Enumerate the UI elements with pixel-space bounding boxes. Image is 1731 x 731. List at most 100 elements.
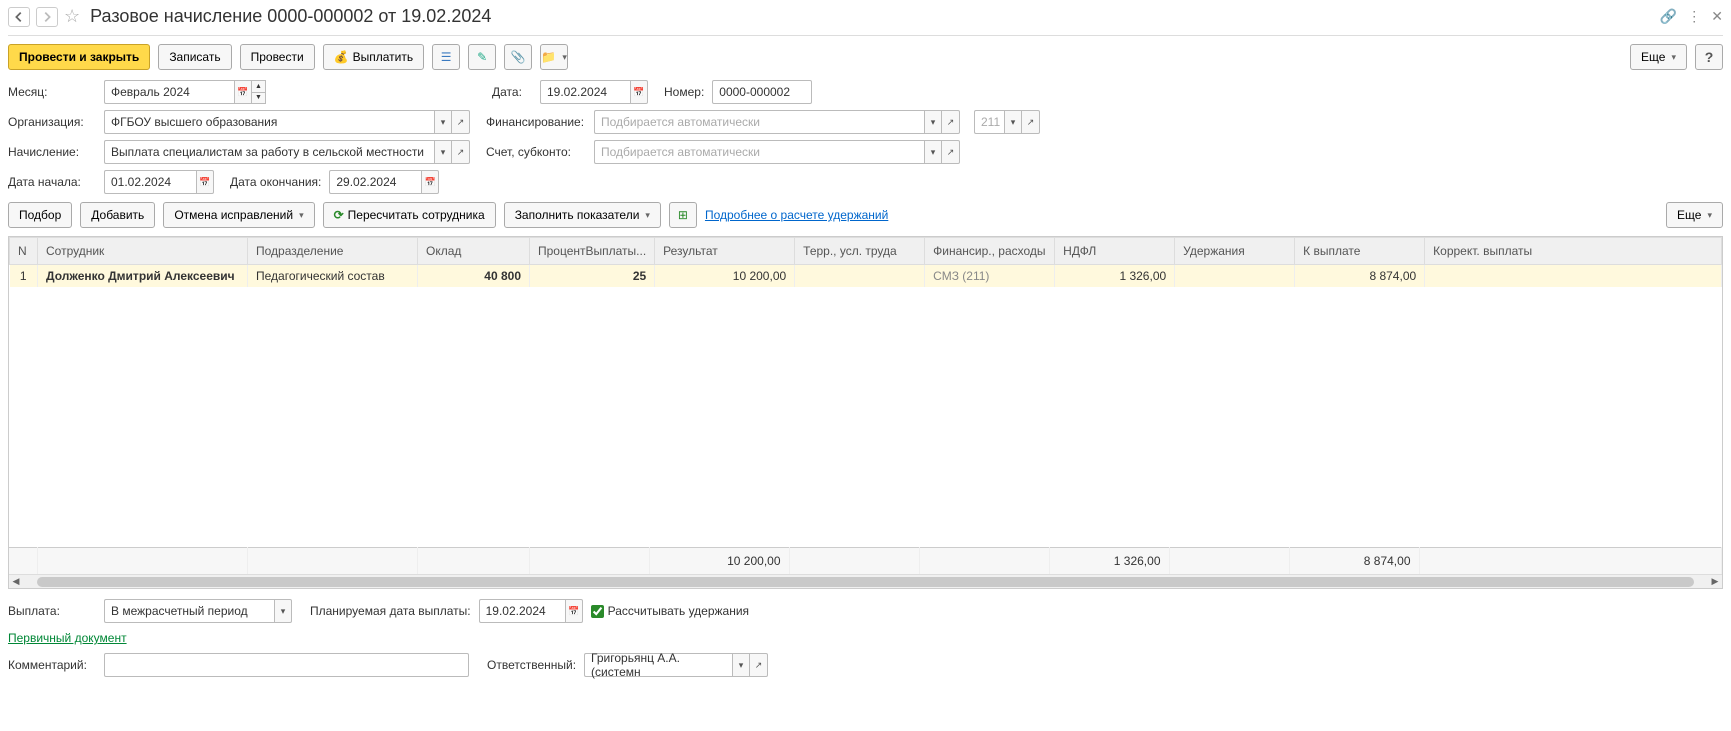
number-input[interactable]: 0000-000002: [712, 80, 812, 104]
start-date-value[interactable]: 01.02.2024: [104, 170, 196, 194]
table-config-button[interactable]: ⊞: [669, 202, 697, 228]
withholding-details-link[interactable]: Подробнее о расчете удержаний: [705, 208, 888, 222]
recalc-label: Пересчитать сотрудника: [348, 208, 485, 222]
org-value[interactable]: ФГБОУ высшего образования: [104, 110, 434, 134]
chevron-down-icon[interactable]: ▾: [274, 599, 292, 623]
col-result[interactable]: Результат: [655, 238, 795, 265]
open-icon[interactable]: ↗: [452, 140, 470, 164]
date-input[interactable]: 19.02.2024 📅: [540, 80, 648, 104]
help-button[interactable]: ?: [1695, 44, 1723, 70]
pay-button[interactable]: 💰 Выплатить: [323, 44, 424, 70]
chevron-down-icon[interactable]: ▾: [732, 653, 750, 677]
arrow-right-icon: [40, 10, 54, 24]
cell-corr: [1425, 265, 1722, 288]
accrual-input[interactable]: Выплата специалистам за работу в сельско…: [104, 140, 470, 164]
favorite-star-icon[interactable]: ☆: [64, 6, 80, 27]
folder-button[interactable]: 📁▾: [540, 44, 568, 70]
responsible-input[interactable]: Григорьянц А.А. (системн ▾ ↗: [584, 653, 768, 677]
table-row[interactable]: 1 Долженко Дмитрий Алексеевич Педагогиче…: [10, 265, 1722, 288]
scroll-left-icon[interactable]: ◀: [9, 576, 23, 587]
scroll-right-icon[interactable]: ▶: [1708, 576, 1722, 587]
col-employee[interactable]: Сотрудник: [38, 238, 248, 265]
accrual-value[interactable]: Выплата специалистам за работу в сельско…: [104, 140, 434, 164]
responsible-value[interactable]: Григорьянц А.А. (системн: [584, 653, 732, 677]
account-placeholder[interactable]: Подбирается автоматически: [594, 140, 924, 164]
col-fin[interactable]: Финансир., расходы: [925, 238, 1055, 265]
open-icon[interactable]: ↗: [750, 653, 768, 677]
open-icon[interactable]: ↗: [942, 110, 960, 134]
month-input[interactable]: Февраль 2024 📅 ▲ ▼: [104, 80, 266, 104]
edit-button[interactable]: ✎: [468, 44, 496, 70]
cancel-fixes-button[interactable]: Отмена исправлений▾: [163, 202, 314, 228]
col-salary[interactable]: Оклад: [418, 238, 530, 265]
cell-dept: Педагогический состав: [248, 265, 418, 288]
col-percent[interactable]: ПроцентВыплаты...: [530, 238, 655, 265]
table-more-button[interactable]: Еще▾: [1666, 202, 1723, 228]
account-input[interactable]: Подбирается автоматически ▾ ↗: [594, 140, 960, 164]
col-topay[interactable]: К выплате: [1295, 238, 1425, 265]
add-button[interactable]: Добавить: [80, 202, 155, 228]
payout-input[interactable]: В межрасчетный период ▾: [104, 599, 292, 623]
calc-withhold-input[interactable]: [591, 605, 604, 618]
end-date-value[interactable]: 29.02.2024: [329, 170, 421, 194]
post-and-close-button[interactable]: Провести и закрыть: [8, 44, 150, 70]
scroll-thumb[interactable]: [37, 577, 1694, 587]
payout-value[interactable]: В межрасчетный период: [104, 599, 274, 623]
end-date-input[interactable]: 29.02.2024 📅: [329, 170, 439, 194]
more-menu-icon[interactable]: ⋮: [1687, 8, 1701, 25]
calendar-icon[interactable]: 📅: [630, 80, 648, 104]
month-value[interactable]: Февраль 2024: [104, 80, 234, 104]
horizontal-scrollbar[interactable]: ◀ ▶: [9, 574, 1722, 588]
recalc-button[interactable]: ⟳ Пересчитать сотрудника: [323, 202, 496, 228]
chevron-down-icon: ▾: [562, 52, 567, 63]
code-value[interactable]: 211: [974, 110, 1004, 134]
planned-date-value[interactable]: 19.02.2024: [479, 599, 565, 623]
cancel-fixes-label: Отмена исправлений: [174, 208, 293, 222]
month-label: Месяц:: [8, 85, 96, 99]
more-button[interactable]: Еще▾: [1630, 44, 1687, 70]
date-value[interactable]: 19.02.2024: [540, 80, 630, 104]
chevron-down-icon[interactable]: ▾: [924, 110, 942, 134]
open-icon[interactable]: ↗: [1022, 110, 1040, 134]
nav-back-button[interactable]: [8, 7, 30, 27]
planned-date-input[interactable]: 19.02.2024 📅: [479, 599, 583, 623]
spinner-up-icon[interactable]: ▲: [252, 81, 265, 93]
calendar-icon[interactable]: 📅: [234, 80, 252, 104]
col-dept[interactable]: Подразделение: [248, 238, 418, 265]
post-button[interactable]: Провести: [240, 44, 315, 70]
open-icon[interactable]: ↗: [452, 110, 470, 134]
code-input[interactable]: 211 ▾ ↗: [974, 110, 1040, 134]
close-icon[interactable]: ✕: [1711, 8, 1723, 25]
chevron-down-icon[interactable]: ▾: [434, 110, 452, 134]
link-icon[interactable]: 🔗: [1660, 8, 1677, 25]
attach-button[interactable]: 📎: [504, 44, 532, 70]
col-terr[interactable]: Терр., усл. труда: [795, 238, 925, 265]
col-withhold[interactable]: Удержания: [1175, 238, 1295, 265]
fill-indicators-button[interactable]: Заполнить показатели▾: [504, 202, 661, 228]
payout-label: Выплата:: [8, 604, 96, 618]
table-empty-area[interactable]: [9, 287, 1722, 547]
col-corr[interactable]: Коррект. выплаты: [1425, 238, 1722, 265]
chevron-down-icon[interactable]: ▾: [924, 140, 942, 164]
start-date-input[interactable]: 01.02.2024 📅: [104, 170, 214, 194]
chevron-down-icon[interactable]: ▾: [434, 140, 452, 164]
org-input[interactable]: ФГБОУ высшего образования ▾ ↗: [104, 110, 470, 134]
calendar-icon[interactable]: 📅: [196, 170, 214, 194]
chevron-down-icon[interactable]: ▾: [1004, 110, 1022, 134]
calendar-icon[interactable]: 📅: [421, 170, 439, 194]
calendar-icon[interactable]: 📅: [565, 599, 583, 623]
spinner-down-icon[interactable]: ▼: [252, 93, 265, 104]
open-icon[interactable]: ↗: [942, 140, 960, 164]
calc-withhold-checkbox[interactable]: Рассчитывать удержания: [591, 604, 749, 618]
col-n[interactable]: N: [10, 238, 38, 265]
list-view-button[interactable]: ☰: [432, 44, 460, 70]
save-button[interactable]: Записать: [158, 44, 231, 70]
accrual-label: Начисление:: [8, 145, 96, 159]
primary-document-link[interactable]: Первичный документ: [8, 631, 127, 645]
col-ndfl[interactable]: НДФЛ: [1055, 238, 1175, 265]
financing-input[interactable]: Подбирается автоматически ▾ ↗: [594, 110, 960, 134]
pick-button[interactable]: Подбор: [8, 202, 72, 228]
nav-forward-button[interactable]: [36, 7, 58, 27]
comment-input[interactable]: [104, 653, 469, 677]
financing-placeholder[interactable]: Подбирается автоматически: [594, 110, 924, 134]
